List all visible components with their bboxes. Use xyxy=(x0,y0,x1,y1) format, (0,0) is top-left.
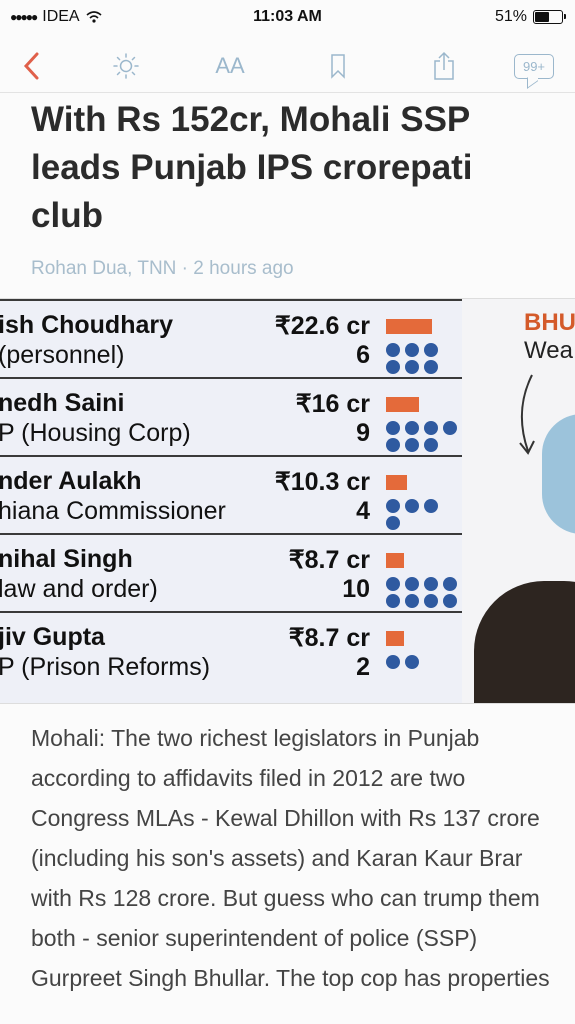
wealth-row: ish Choudhary (personnel) ₹22.6 cr 6 xyxy=(0,299,462,379)
property-dot xyxy=(443,421,457,435)
officer-name: nedh Saini xyxy=(0,389,125,417)
property-count: 2 xyxy=(356,653,370,681)
property-dot xyxy=(405,655,419,669)
property-dot xyxy=(405,594,419,608)
wealth-amount: ₹8.7 cr xyxy=(288,546,370,574)
side-text: Wea xyxy=(524,337,573,364)
wealth-row: nihal Singh law and order) ₹8.7 cr 10 xyxy=(0,533,495,613)
property-dot xyxy=(443,594,457,608)
sun-icon xyxy=(113,53,139,79)
officer-role: (personnel) xyxy=(0,341,125,369)
property-dot xyxy=(424,438,438,452)
property-dot xyxy=(386,438,400,452)
article-body: Mohali: The two richest legislators in P… xyxy=(31,725,550,991)
property-dot xyxy=(386,594,400,608)
property-dot xyxy=(405,438,419,452)
wealth-bar xyxy=(386,319,432,334)
wealth-row: nder Aulakh hiana Commissioner ₹10.3 cr 4 xyxy=(0,455,462,535)
wealth-bar xyxy=(386,631,404,646)
font-size-label: AA xyxy=(215,53,245,78)
property-dots xyxy=(386,655,446,669)
bookmark-button[interactable] xyxy=(316,46,360,86)
wealth-bar xyxy=(386,397,419,412)
comments-button[interactable]: 99+ xyxy=(512,46,556,86)
wealth-amount: ₹8.7 cr xyxy=(288,624,370,652)
property-dots xyxy=(386,343,446,374)
officer-role: law and order) xyxy=(0,575,158,603)
property-dot xyxy=(386,516,400,530)
wealth-amount: ₹22.6 cr xyxy=(274,312,370,340)
officer-name: nder Aulakh xyxy=(0,467,142,495)
wealth-row: jiv Gupta P (Prison Reforms) ₹8.7 cr 2 xyxy=(0,611,462,691)
property-dot xyxy=(386,499,400,513)
property-dot xyxy=(405,343,419,357)
wealth-bar xyxy=(386,553,404,568)
share-button[interactable] xyxy=(422,46,466,86)
wealth-amount: ₹10.3 cr xyxy=(274,468,370,496)
officer-name: jiv Gupta xyxy=(0,623,105,651)
property-dot xyxy=(424,343,438,357)
property-dot xyxy=(424,499,438,513)
clock: 11:03 AM xyxy=(253,8,322,25)
wealth-row: nedh Saini P (Housing Corp) ₹16 cr 9 xyxy=(0,377,495,457)
property-dot xyxy=(405,360,419,374)
officer-role: hiana Commissioner xyxy=(0,497,226,525)
property-dot xyxy=(424,594,438,608)
property-dot xyxy=(424,421,438,435)
font-size-button[interactable]: AA xyxy=(208,46,252,86)
property-dot xyxy=(405,421,419,435)
officer-role: P (Housing Corp) xyxy=(0,419,191,447)
property-dot xyxy=(443,577,457,591)
battery-status: 51% xyxy=(494,8,566,26)
property-count: 6 xyxy=(356,341,370,369)
brightness-button[interactable] xyxy=(104,46,148,86)
wealth-bar xyxy=(386,475,407,490)
comments-count: 99+ xyxy=(513,53,555,79)
chevron-left-icon xyxy=(23,52,39,80)
wealth-table: ish Choudhary (personnel) ₹22.6 cr 6 nedh S… xyxy=(0,299,495,703)
property-dot xyxy=(386,360,400,374)
back-button[interactable] xyxy=(10,46,54,86)
property-dot xyxy=(405,577,419,591)
battery-percent: 51% xyxy=(494,8,527,25)
property-count: 9 xyxy=(356,419,370,447)
property-dot xyxy=(386,577,400,591)
article-headline: With Rs 152cr, Mohali SSP leads Punjab I… xyxy=(31,100,473,235)
property-dot xyxy=(386,343,400,357)
reader-toolbar: AA 99+ xyxy=(0,40,575,93)
officer-name: ish Choudhary xyxy=(0,311,174,339)
property-count: 4 xyxy=(356,497,370,525)
property-dot xyxy=(386,655,400,669)
property-dot xyxy=(424,577,438,591)
wealth-amount: ₹16 cr xyxy=(295,390,370,418)
property-count: 10 xyxy=(342,575,370,603)
side-title: BHU xyxy=(524,309,575,336)
property-dots xyxy=(386,499,446,530)
property-dot xyxy=(386,421,400,435)
infographic-image[interactable]: ish Choudhary (personnel) ₹22.6 cr 6 nedh S… xyxy=(0,298,575,704)
infographic-portrait: BHU Wea xyxy=(462,299,575,703)
bookmark-icon xyxy=(331,54,345,79)
officer-role: P (Prison Reforms) xyxy=(0,653,211,681)
article-byline[interactable]: Rohan Dua, TNN · 2 hours ago xyxy=(31,258,294,280)
person-suit xyxy=(474,581,575,703)
battery-icon xyxy=(533,10,566,24)
officer-name: nihal Singh xyxy=(0,545,133,573)
property-dot xyxy=(424,360,438,374)
property-dot xyxy=(405,499,419,513)
share-icon xyxy=(434,51,454,80)
status-bar: ●●●●● IDEA 11:03 AM 51% xyxy=(0,0,575,34)
